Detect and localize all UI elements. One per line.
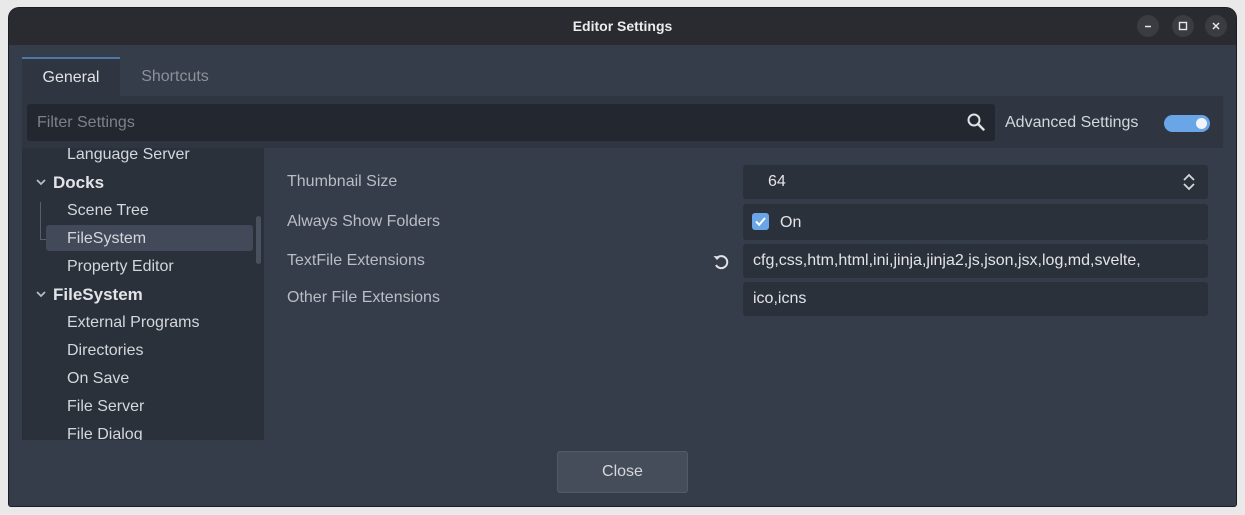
settings-tree: Language Server Docks Scene Tree FileSys…: [22, 148, 264, 440]
thumbnail-size-label: Thumbnail Size: [287, 173, 398, 190]
tab-general[interactable]: General: [22, 57, 120, 96]
tree-item-filesystem-dock[interactable]: FileSystem: [67, 230, 146, 248]
toggle-knob: [1196, 118, 1207, 129]
search-icon: [967, 113, 985, 136]
close-window-button[interactable]: [1205, 15, 1227, 37]
tree-item-language-server[interactable]: Language Server: [67, 148, 190, 164]
tree-item-file-server[interactable]: File Server: [67, 398, 144, 416]
tab-shortcuts[interactable]: Shortcuts: [120, 57, 230, 96]
always-show-folders-label: Always Show Folders: [287, 213, 440, 230]
advanced-settings-toggle[interactable]: [1164, 115, 1210, 132]
revert-icon[interactable]: [712, 253, 730, 276]
thumbnail-size-field[interactable]: 64: [743, 165, 1208, 199]
tree-section-docks[interactable]: Docks: [53, 173, 104, 193]
editor-settings-window: Editor Settings General Shortcuts Filter…: [9, 8, 1236, 506]
tree-section-filesystem[interactable]: FileSystem: [53, 285, 143, 305]
filter-placeholder: Filter Settings: [37, 114, 135, 131]
checkbox-checked-icon[interactable]: [752, 213, 769, 230]
titlebar[interactable]: Editor Settings: [9, 8, 1236, 45]
tree-item-on-save[interactable]: On Save: [67, 370, 129, 388]
chevron-down-icon: [36, 291, 46, 298]
always-show-folders-field[interactable]: On: [743, 204, 1208, 240]
tree-guide-line: [40, 202, 41, 239]
other-file-extensions-label: Other File Extensions: [287, 289, 440, 306]
always-show-folders-value: On: [780, 214, 802, 231]
thumbnail-size-value: 64: [768, 173, 786, 190]
tree-item-scene-tree[interactable]: Scene Tree: [67, 202, 149, 220]
tree-scrollbar[interactable]: [256, 216, 261, 264]
tree-item-file-dialog[interactable]: File Dialog: [67, 426, 143, 440]
minimize-button[interactable]: [1137, 15, 1159, 37]
close-icon: [1212, 22, 1220, 30]
textfile-extensions-value: cfg,css,htm,html,ini,jinja,jinja2,js,jso…: [753, 252, 1141, 269]
filter-settings-input[interactable]: Filter Settings: [27, 104, 995, 141]
close-button[interactable]: Close: [557, 451, 688, 493]
maximize-button[interactable]: [1172, 15, 1194, 37]
tree-item-directories[interactable]: Directories: [67, 342, 143, 360]
settings-panel: Filter Settings Advanced Settings Langua…: [22, 96, 1223, 440]
window-title: Editor Settings: [572, 18, 673, 34]
textfile-extensions-field[interactable]: cfg,css,htm,html,ini,jinja,jinja2,js,jso…: [743, 244, 1208, 278]
chevron-down-icon: [36, 179, 46, 186]
textfile-extensions-label: TextFile Extensions: [287, 252, 425, 269]
tree-item-property-editor[interactable]: Property Editor: [67, 258, 174, 276]
maximize-icon: [1178, 21, 1188, 31]
advanced-settings-label: Advanced Settings: [1005, 114, 1139, 131]
minimize-icon: [1145, 25, 1151, 28]
other-file-extensions-value: ico,icns: [753, 290, 807, 307]
other-file-extensions-field[interactable]: ico,icns: [743, 282, 1208, 316]
spin-updown-icon[interactable]: [1182, 173, 1196, 196]
tree-item-external-programs[interactable]: External Programs: [67, 314, 200, 332]
